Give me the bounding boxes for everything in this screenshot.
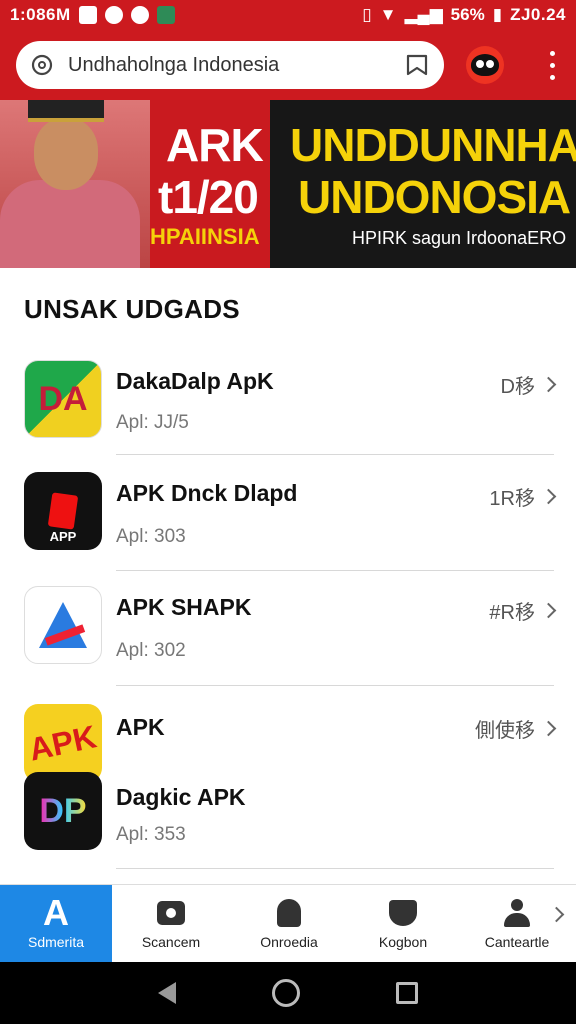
banner-tagline: HPIRK sagun IrdoonaERO bbox=[352, 228, 567, 248]
banner-title-1: UNDDUNNHAN bbox=[290, 119, 576, 171]
app-icon: DA bbox=[24, 360, 102, 438]
wifi-icon: ▼ bbox=[379, 5, 397, 24]
banner-line-3: HPAIINSIA bbox=[150, 224, 260, 249]
app-size[interactable]: 側使移 bbox=[475, 714, 557, 743]
person-icon bbox=[504, 899, 530, 927]
divider bbox=[116, 454, 554, 455]
divider bbox=[116, 570, 554, 571]
bottom-nav: A Sdmerita Scancem Onroedia Kogbon Cante… bbox=[0, 884, 576, 963]
shield-icon bbox=[389, 900, 417, 926]
camera-icon bbox=[157, 901, 185, 925]
overflow-menu-icon[interactable] bbox=[540, 47, 564, 83]
mail-icon bbox=[78, 6, 97, 24]
chevron-right-icon bbox=[540, 602, 557, 619]
section-title: UNSAK UDGADS bbox=[24, 294, 240, 324]
list-item[interactable]: APK SHAPK Apl: 302 #R移 bbox=[0, 584, 576, 686]
app-icon bbox=[24, 586, 102, 664]
app-size[interactable]: #R移 bbox=[489, 596, 557, 625]
nav-item-media[interactable]: Onroedia bbox=[230, 885, 348, 963]
bookmark-icon[interactable] bbox=[404, 52, 430, 78]
battery-percent: 56% bbox=[450, 5, 485, 24]
divider bbox=[116, 685, 554, 686]
browser-header: Undhaholnga Indonesia bbox=[0, 30, 576, 100]
system-nav-bar bbox=[0, 962, 576, 1024]
signal-icon: ▂▄▆ bbox=[404, 5, 443, 24]
list-item[interactable]: APK APK 側使移 DP Dagkic APK Apl: 353 bbox=[0, 704, 576, 869]
app-icon: DP bbox=[24, 772, 102, 850]
banner-person-photo bbox=[0, 100, 150, 268]
app-name: APK Dnck Dlapd bbox=[116, 480, 298, 506]
nav-label: Kogbon bbox=[378, 934, 428, 950]
notification-icon bbox=[104, 6, 123, 24]
promo-banner[interactable]: ARK t1/20 HPAIINSIA UNDDUNNHAN UNDONOSIA… bbox=[0, 100, 576, 268]
nav-item-home[interactable]: A Sdmerita bbox=[0, 885, 112, 963]
list-item[interactable]: APP APK Dnck Dlapd Apl: 303 1R移 bbox=[0, 470, 576, 571]
app-name: APK SHAPK bbox=[116, 594, 252, 620]
app-notification-icon bbox=[156, 6, 175, 24]
nav-item-shield[interactable]: Kogbon bbox=[348, 885, 458, 963]
vibrate-icon: ▯ bbox=[362, 5, 372, 24]
chevron-right-icon bbox=[540, 376, 557, 393]
app-name: DakaDalp ApK bbox=[116, 368, 274, 394]
app-name: APK bbox=[116, 714, 165, 740]
nav-label: Scancem bbox=[141, 934, 201, 950]
recent-apps-icon[interactable] bbox=[396, 982, 418, 1004]
app-size[interactable]: D移 bbox=[501, 370, 557, 399]
nav-label: Onroedia bbox=[260, 934, 318, 950]
battery-icon: ▮ bbox=[492, 5, 503, 24]
app-version: Apl: JJ/5 bbox=[116, 412, 189, 433]
bell-icon bbox=[277, 899, 301, 927]
chevron-right-icon bbox=[540, 488, 557, 505]
banner-line-2: t1/20 bbox=[158, 171, 259, 223]
address-bar[interactable]: Undhaholnga Indonesia bbox=[16, 41, 444, 89]
app-version: Apl: 302 bbox=[116, 640, 186, 661]
nav-label: Sdmerita bbox=[27, 934, 85, 950]
list-item[interactable]: DA DakaDalp ApK Apl: JJ/5 D移 bbox=[0, 356, 576, 456]
site-info-icon[interactable] bbox=[30, 53, 54, 77]
status-bar: 1:086M ▯ ▼ ▂▄▆ 56% ▮ ZJ0.24 bbox=[0, 0, 576, 30]
app-version: Apl: 303 bbox=[116, 526, 186, 547]
app-icon: APP bbox=[24, 472, 102, 550]
status-clock: ZJ0.24 bbox=[510, 5, 566, 24]
url-text[interactable]: Undhaholnga Indonesia bbox=[68, 54, 404, 77]
status-time: 1:086M bbox=[10, 5, 71, 24]
profile-avatar[interactable] bbox=[466, 46, 504, 84]
mascot-icon bbox=[471, 54, 499, 76]
divider bbox=[116, 868, 554, 869]
app-version: Apl: 353 bbox=[116, 824, 186, 845]
banner-title-2: UNDONOSIA bbox=[298, 171, 571, 223]
home-button-icon[interactable] bbox=[272, 979, 300, 1007]
app-size[interactable]: 1R移 bbox=[489, 482, 557, 511]
app-icon: APK bbox=[24, 704, 102, 782]
media-icon bbox=[130, 6, 149, 24]
nav-label: Canteartle bbox=[484, 934, 550, 950]
app-name: Dagkic APK bbox=[116, 784, 246, 810]
banner-line-1: ARK bbox=[166, 119, 264, 171]
chevron-right-icon bbox=[540, 720, 557, 737]
back-icon[interactable] bbox=[158, 982, 176, 1004]
nav-item-profile[interactable]: Canteartle bbox=[458, 885, 576, 963]
nav-item-scan[interactable]: Scancem bbox=[112, 885, 230, 963]
home-icon: A bbox=[43, 892, 69, 933]
